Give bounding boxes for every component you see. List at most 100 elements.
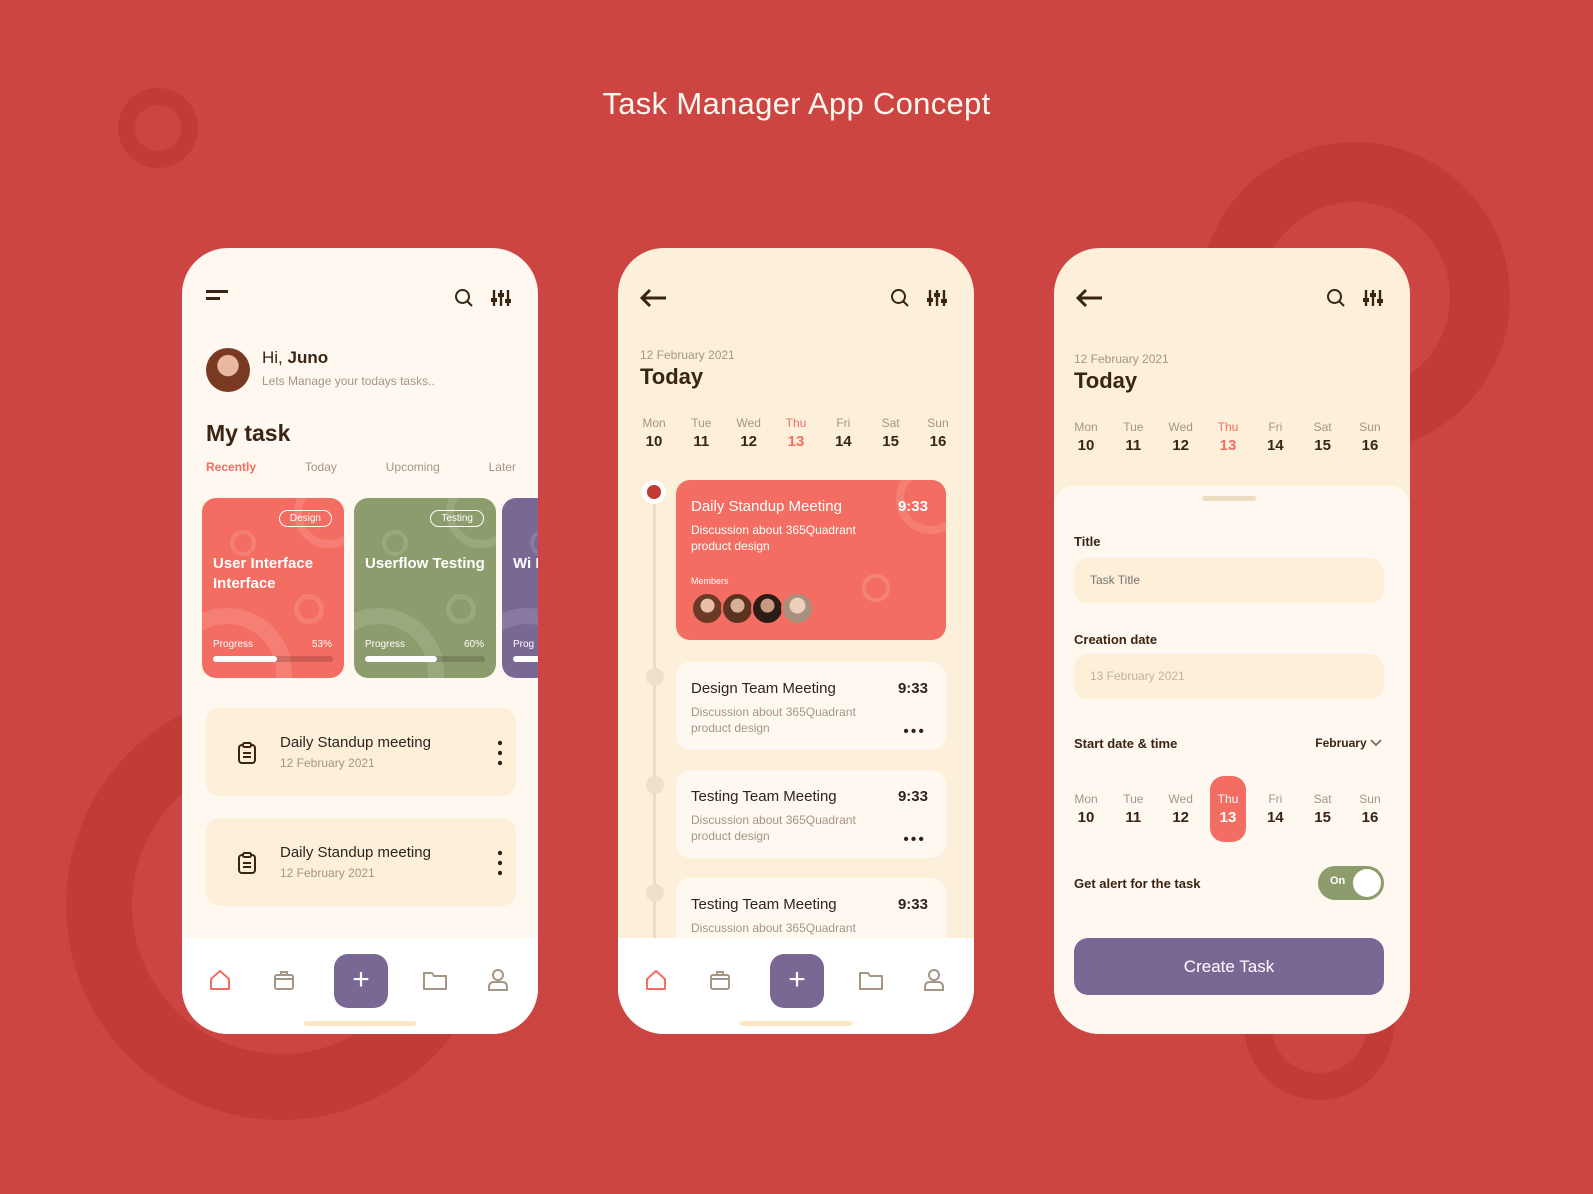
day-wed[interactable]: Wed 12	[1163, 776, 1199, 842]
day-name: Thu	[1217, 792, 1239, 806]
card-decor	[230, 530, 256, 556]
day-thu[interactable]: Thu 13	[778, 412, 814, 454]
avatar[interactable]	[206, 348, 250, 392]
tab-recently[interactable]: Recently	[206, 460, 256, 474]
event-description: Discussion about 365Quadrant product des…	[691, 523, 856, 553]
day-sun[interactable]: Sun 16	[920, 412, 956, 454]
filter-icon[interactable]	[490, 288, 512, 308]
event-title: Testing Team Meeting	[691, 896, 837, 913]
member-avatar[interactable]	[691, 592, 724, 625]
day-number: 14	[1266, 437, 1284, 454]
task-title: Daily Standup meeting	[280, 734, 431, 751]
day-sun[interactable]: Sun 16	[1352, 776, 1388, 842]
day-tue[interactable]: Tue 11	[683, 412, 719, 454]
task-card[interactable]: Design User Interface Interface Progress…	[202, 498, 344, 678]
toggle-state: On	[1330, 875, 1346, 887]
day-sat[interactable]: Sat 15	[1305, 776, 1341, 842]
progress-label: Progress	[365, 639, 406, 650]
progress-label: Progress	[213, 639, 254, 650]
home-icon[interactable]	[208, 968, 232, 992]
card-tag: Testing	[430, 510, 484, 527]
briefcase-icon[interactable]	[708, 968, 732, 992]
card-decor	[862, 574, 890, 602]
event-card[interactable]: Design Team Meeting 9:33 Discussion abou…	[676, 662, 946, 750]
task-row[interactable]: Daily Standup meeting 12 February 2021	[206, 708, 516, 796]
day-tue[interactable]: Tue 11	[1115, 416, 1151, 458]
member-avatar[interactable]	[721, 592, 754, 625]
task-card[interactable]: Testing Userflow Testing Progress 60%	[354, 498, 496, 678]
filter-icon[interactable]	[1362, 288, 1384, 308]
search-icon[interactable]	[1326, 288, 1346, 308]
creation-date-label: Creation date	[1074, 632, 1158, 647]
day-thu[interactable]: Thu 13	[1209, 776, 1246, 842]
day-name: Mon	[1074, 420, 1098, 434]
toggle-knob	[1353, 869, 1381, 897]
menu-icon[interactable]	[206, 288, 230, 304]
back-arrow-icon[interactable]	[640, 288, 668, 308]
day-fri[interactable]: Fri 14	[825, 412, 861, 454]
day-name: Sun	[927, 416, 949, 430]
user-icon[interactable]	[922, 968, 946, 992]
month-select[interactable]: February	[1315, 736, 1382, 750]
day-sat[interactable]: Sat 15	[873, 412, 909, 454]
tab-later[interactable]: Later	[489, 460, 516, 474]
day-name: Mon	[1074, 792, 1098, 806]
card-title: Userflow Testing	[365, 555, 485, 572]
search-icon[interactable]	[890, 288, 910, 308]
day-name: Mon	[642, 416, 666, 430]
day-sun[interactable]: Sun 16	[1352, 416, 1388, 458]
tab-upcoming[interactable]: Upcoming	[386, 460, 440, 474]
home-icon[interactable]	[644, 968, 668, 992]
day-wed[interactable]: Wed 12	[731, 412, 767, 454]
search-icon[interactable]	[454, 288, 474, 308]
day-mon[interactable]: Mon 10	[1068, 416, 1104, 458]
day-tue[interactable]: Tue 11	[1115, 776, 1151, 842]
task-title-input[interactable]	[1074, 558, 1384, 603]
more-horizontal-icon[interactable]: •••	[903, 724, 926, 740]
day-number: 10	[1077, 437, 1095, 454]
create-task-button[interactable]: Create Task	[1074, 938, 1384, 995]
sheet-handle[interactable]	[1202, 496, 1256, 501]
day-number: 15	[1314, 809, 1331, 826]
filter-icon[interactable]	[926, 288, 948, 308]
bottom-nav: +	[182, 938, 538, 1034]
timeline-dot	[646, 776, 664, 794]
member-avatar[interactable]	[781, 592, 814, 625]
event-card[interactable]: Daily Standup Meeting 9:33 Discussion ab…	[676, 480, 946, 640]
user-name: Juno	[287, 348, 329, 367]
day-number: 10	[645, 433, 663, 450]
more-vertical-icon[interactable]	[498, 850, 502, 876]
day-fri[interactable]: Fri 14	[1257, 416, 1293, 458]
tab-today[interactable]: Today	[305, 460, 337, 474]
creation-date-field[interactable]: 13 February 2021	[1074, 654, 1384, 699]
day-fri[interactable]: Fri 14	[1257, 776, 1293, 842]
card-decor	[446, 594, 476, 624]
event-time: 9:33	[897, 788, 928, 805]
day-wed[interactable]: Wed 12	[1163, 416, 1199, 458]
day-name: Wed	[1168, 420, 1193, 434]
folder-icon[interactable]	[858, 968, 884, 992]
day-name: Fri	[836, 416, 851, 430]
progress-value: 60%	[463, 639, 484, 650]
timeline-dot	[646, 884, 664, 902]
event-card[interactable]: Testing Team Meeting 9:33 Discussion abo…	[676, 770, 946, 858]
user-icon[interactable]	[486, 968, 510, 992]
clipboard-icon	[238, 852, 256, 874]
day-mon[interactable]: Mon 10	[1068, 776, 1104, 842]
day-thu[interactable]: Thu 13	[1210, 416, 1246, 458]
add-task-button[interactable]: +	[770, 954, 824, 1008]
briefcase-icon[interactable]	[272, 968, 296, 992]
more-vertical-icon[interactable]	[498, 740, 502, 766]
folder-icon[interactable]	[422, 968, 448, 992]
more-horizontal-icon[interactable]: •••	[903, 832, 926, 848]
alert-toggle[interactable]: On	[1318, 866, 1384, 900]
add-task-button[interactable]: +	[334, 954, 388, 1008]
day-sat[interactable]: Sat 15	[1305, 416, 1341, 458]
day-mon[interactable]: Mon 10	[636, 412, 672, 454]
member-avatar[interactable]	[751, 592, 784, 625]
back-arrow-icon[interactable]	[1076, 288, 1104, 308]
week-strip: Mon 10 Tue 11 Wed 12 Thu 13 Fri 14 Sat 15 Sun 16	[1068, 416, 1388, 458]
task-row[interactable]: Daily Standup meeting 12 February 2021	[206, 818, 516, 906]
date-picker: Mon 10 Tue 11 Wed 12 Thu 13 Fri 14 Sat 15 Sun 16	[1068, 776, 1388, 842]
task-card[interactable]: Wi Edi Prog	[502, 498, 538, 678]
